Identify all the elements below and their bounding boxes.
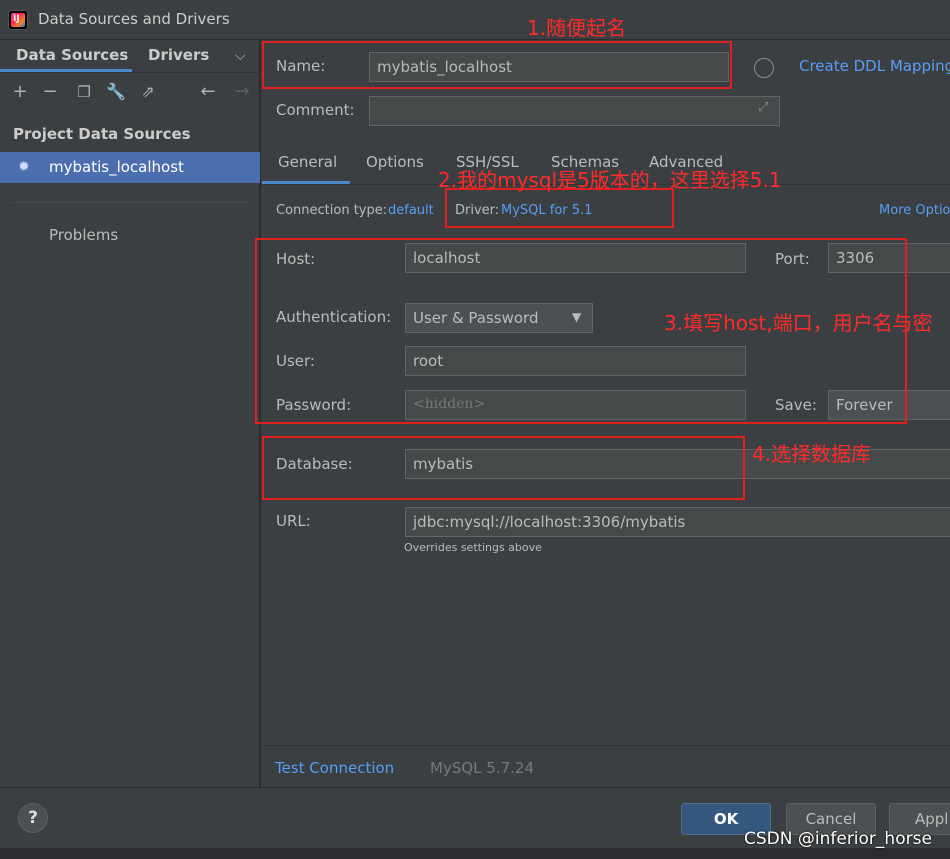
- annotation-box-driver: [445, 188, 674, 228]
- connection-type-label: Connection type:: [276, 203, 388, 218]
- annotation-note-3: 3.填写host,端口，用户名与密: [664, 311, 933, 335]
- divider: [261, 745, 950, 746]
- test-connection-link[interactable]: Test Connection: [275, 759, 394, 777]
- csdn-watermark: CSDN @inferior_horse: [744, 829, 932, 849]
- copy-icon[interactable]: ❐: [72, 80, 96, 104]
- mysql-dolphin-icon: ✹: [18, 159, 30, 175]
- remove-icon[interactable]: −: [38, 80, 62, 104]
- tab-drivers[interactable]: Drivers: [148, 46, 209, 64]
- url-input[interactable]: jdbc:mysql://localhost:3306/mybatis: [405, 507, 950, 537]
- problems-item[interactable]: Problems: [49, 226, 118, 244]
- annotation-note-4: 4.选择数据库: [752, 442, 872, 466]
- url-label: URL:: [276, 512, 311, 530]
- more-options-link[interactable]: More Optio: [879, 203, 950, 218]
- sidebar-item-mybatis-localhost[interactable]: ✹ mybatis_localhost: [0, 152, 260, 183]
- add-icon[interactable]: +: [8, 80, 32, 104]
- connection-type-link[interactable]: default: [388, 203, 434, 218]
- divider: [12, 202, 248, 203]
- sidebar-item-label: mybatis_localhost: [49, 158, 184, 176]
- intellij-app-icon: [8, 10, 28, 30]
- bottom-strip: [0, 848, 950, 859]
- comment-input[interactable]: [369, 96, 780, 126]
- color-circle-icon[interactable]: [754, 58, 774, 78]
- open-icon[interactable]: ⇗: [136, 80, 160, 104]
- annotation-note-2: 2.我的mysql是5版本的，这里选择5.1: [438, 168, 782, 192]
- forward-icon[interactable]: →: [230, 80, 254, 104]
- url-hint: Overrides settings above: [404, 541, 542, 554]
- create-ddl-mapping-link[interactable]: Create DDL Mapping: [799, 57, 950, 75]
- expand-icon[interactable]: ⤢: [758, 100, 768, 115]
- chevron-down-icon[interactable]: ⌵: [235, 48, 246, 64]
- annotation-box-name: [262, 41, 732, 89]
- tabs-divider: [0, 72, 260, 73]
- annotation-box-database: [262, 436, 745, 500]
- tab-general[interactable]: General: [278, 153, 337, 171]
- tab-data-sources[interactable]: Data Sources: [16, 46, 128, 64]
- server-version: MySQL 5.7.24: [430, 759, 534, 777]
- window-title: Data Sources and Drivers: [38, 10, 230, 28]
- annotation-note-1: 1.随便起名: [527, 16, 627, 40]
- help-button[interactable]: ?: [18, 803, 48, 833]
- back-icon[interactable]: ←: [196, 80, 220, 104]
- comment-label: Comment:: [276, 101, 355, 119]
- tab-options[interactable]: Options: [366, 153, 424, 171]
- project-data-sources-header: Project Data Sources: [13, 125, 191, 143]
- wrench-icon[interactable]: 🔧: [104, 80, 128, 104]
